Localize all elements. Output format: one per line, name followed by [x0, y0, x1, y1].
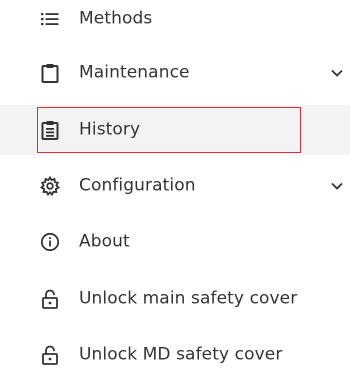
unlock-icon	[40, 345, 60, 365]
menu-item-unlock-main-safety-cover[interactable]: Unlock main safety cover	[0, 274, 350, 324]
menu-item-label: Unlock MD safety cover	[79, 344, 283, 365]
menu-item-about[interactable]: About	[0, 217, 350, 267]
menu-item-label: Unlock main safety cover	[79, 288, 298, 309]
gear-icon	[40, 176, 60, 196]
unlock-icon	[40, 289, 60, 309]
info-icon	[40, 232, 60, 252]
menu-item-label: Methods	[79, 8, 153, 29]
menu-item-label: Configuration	[79, 175, 196, 196]
menu-item-label: Maintenance	[79, 62, 190, 83]
list-icon	[40, 9, 60, 29]
menu-item-history[interactable]: History	[0, 105, 350, 155]
navigation-menu: Methods Maintenance History Configuratio…	[0, 0, 350, 369]
chevron-down-icon[interactable]	[330, 179, 344, 193]
chevron-down-icon[interactable]	[330, 66, 344, 80]
menu-item-methods[interactable]: Methods	[0, 0, 350, 44]
menu-item-label: History	[79, 119, 141, 140]
menu-item-configuration[interactable]: Configuration	[0, 161, 350, 211]
menu-item-unlock-md-safety-cover[interactable]: Unlock MD safety cover	[0, 330, 350, 369]
menu-item-maintenance[interactable]: Maintenance	[0, 48, 350, 98]
clipboard-icon	[40, 63, 60, 83]
menu-item-label: About	[79, 231, 130, 252]
history-document-icon	[40, 120, 60, 140]
